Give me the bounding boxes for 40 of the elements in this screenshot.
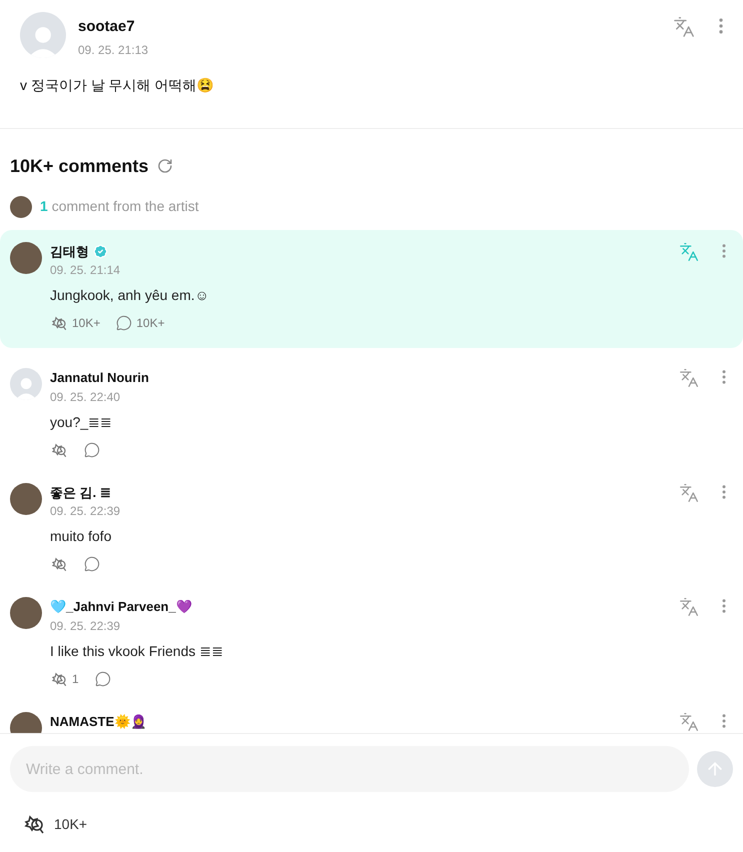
translate-icon[interactable] [679, 242, 699, 262]
avatar [20, 12, 66, 58]
reaction-count: 1 [72, 670, 79, 688]
author-name: 김태형 [50, 242, 89, 260]
reply-icon[interactable] [116, 315, 132, 331]
timestamp: 09. 25. 22:39 [50, 618, 122, 634]
timestamp: 09. 25. 22:39 [50, 503, 122, 520]
author-name: Jannatul Nourin [50, 369, 149, 387]
comment-text: you?_≣≣ [50, 412, 114, 432]
timestamp: 09. 25. 21:13 [78, 42, 150, 58]
comment-text: I like this vkook Friends ≣≣ [50, 642, 224, 660]
reaction-icon [50, 555, 68, 573]
reaction-icon [50, 314, 68, 332]
translate-icon[interactable] [679, 482, 699, 502]
reply-count: 10K+ [136, 315, 165, 332]
reaction-icon [50, 440, 68, 458]
reply-icon[interactable] [84, 442, 100, 458]
artist-comment-link[interactable]: 1 comment from the artist [40, 196, 199, 217]
comment-text: muito fofo [50, 527, 112, 546]
author-name: sootae7 [78, 17, 136, 37]
translate-icon[interactable] [679, 712, 699, 732]
reaction-count: 10K+ [54, 814, 88, 834]
translate-icon[interactable] [679, 368, 699, 388]
reaction-icon [50, 670, 68, 688]
comment-text: Jungkook, anh yêu em.☺ [50, 286, 210, 305]
author-name: 🩵_Jahnvi Parveen_💜 [50, 598, 192, 616]
refresh-icon[interactable] [156, 158, 173, 174]
comment-input[interactable]: Write a comment. [10, 746, 689, 792]
translate-icon[interactable] [679, 597, 699, 617]
avatar-photo [10, 196, 32, 218]
timestamp: 09. 25. 22:40 [50, 388, 122, 406]
translate-icon[interactable] [673, 16, 695, 38]
post-text: v 정국이가 날 무시해 어떡해😫 [20, 76, 215, 94]
reaction-count: 10K+ [72, 315, 100, 332]
timestamp: 09. 25. 21:14 [50, 262, 122, 279]
author-name: 좋은 김. ≣ [50, 484, 111, 502]
reply-icon[interactable] [84, 556, 100, 572]
author-name: NAMASTE🌞🧕 [50, 712, 146, 731]
reply-icon[interactable] [94, 670, 111, 686]
comments-title: 10K+ comments [10, 154, 149, 178]
